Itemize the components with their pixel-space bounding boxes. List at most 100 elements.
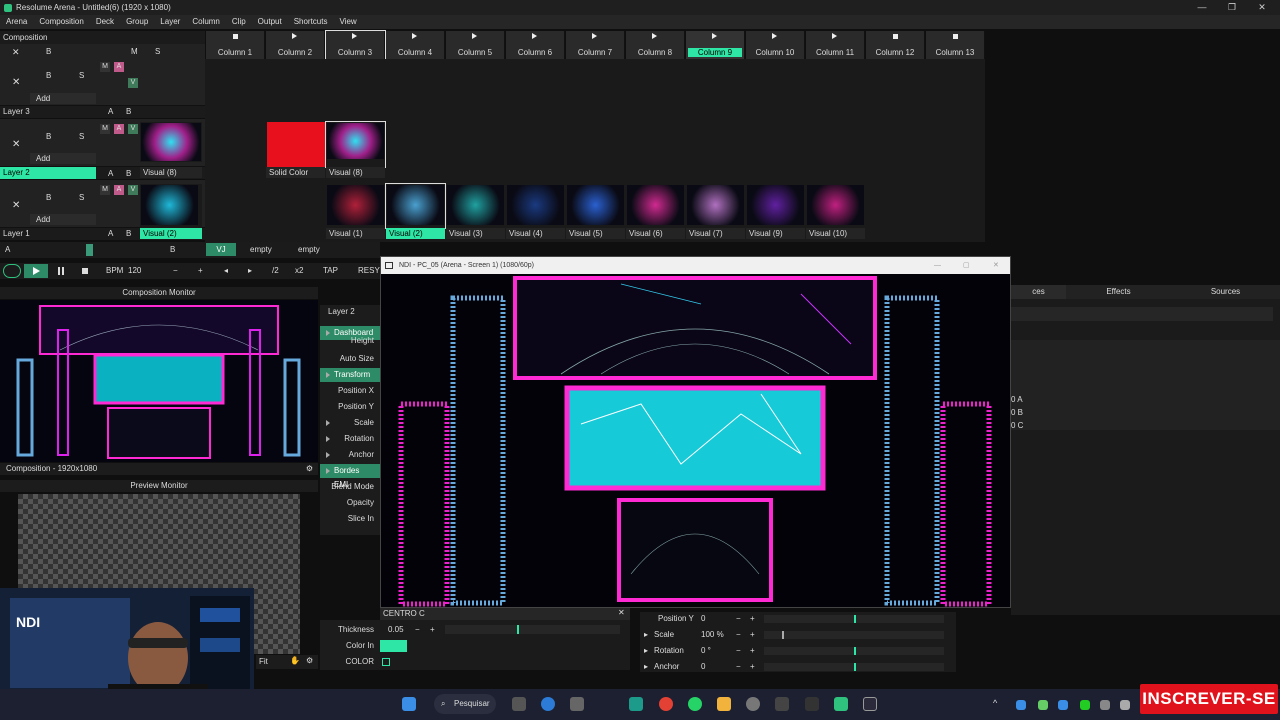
composition-mute-button[interactable]: M <box>131 47 138 56</box>
layer-1-clip-9[interactable] <box>806 184 865 228</box>
layer-3-bypass-button[interactable]: B <box>46 71 51 80</box>
app-icon-2[interactable] <box>775 697 789 711</box>
composition-solo-button[interactable]: S <box>155 47 160 56</box>
chrome-icon[interactable] <box>659 697 673 711</box>
menu-column[interactable]: Column <box>186 15 226 29</box>
transform-slider[interactable] <box>764 647 944 655</box>
play-icon[interactable] <box>652 33 657 39</box>
layer-3-v-button[interactable]: V <box>128 78 138 88</box>
layer-3-add-dropdown[interactable]: Add <box>30 93 96 104</box>
layer-1-clip-2[interactable] <box>385 183 446 229</box>
expand-icon[interactable]: ▸ <box>644 644 648 658</box>
stop-icon[interactable] <box>893 34 898 39</box>
deck-tab-empty-1[interactable]: empty <box>250 245 272 254</box>
layer-2-b-label[interactable]: B <box>126 169 131 178</box>
windows-start-icon[interactable] <box>402 697 416 711</box>
tap-button[interactable]: TAP <box>323 265 338 277</box>
menu-output[interactable]: Output <box>252 15 288 29</box>
layer-1-clip-3[interactable] <box>446 184 505 228</box>
right-search-input[interactable] <box>1011 307 1273 321</box>
layer-1-clip-6[interactable] <box>626 184 685 228</box>
tray-icon-2[interactable] <box>1038 700 1048 710</box>
decrease-button[interactable]: − <box>736 660 741 674</box>
bpm-value[interactable]: 120 <box>128 265 141 277</box>
transform-value[interactable]: 100 % <box>701 628 724 642</box>
column-header-3[interactable]: Column 3 <box>325 30 386 60</box>
play-icon[interactable] <box>832 33 837 39</box>
folder-icon[interactable] <box>717 697 731 711</box>
play-icon[interactable] <box>412 33 417 39</box>
increase-button[interactable]: + <box>750 628 755 642</box>
column-header-8[interactable]: Column 8 <box>626 31 685 59</box>
pause-icon[interactable] <box>58 267 64 275</box>
layer-2-v-button[interactable]: V <box>128 124 138 134</box>
column-header-11[interactable]: Column 11 <box>806 31 865 59</box>
composition-label[interactable]: Composition <box>0 31 205 44</box>
right-item-a[interactable]: 0 A <box>1011 395 1023 404</box>
layer-1-a-button[interactable]: A <box>114 185 124 195</box>
ndi-window-title[interactable]: NDI - PC_05 (Arena - Screen 1) (1080/60p… <box>381 257 1010 274</box>
layer-2-a-button[interactable]: A <box>114 124 124 134</box>
play-icon[interactable] <box>712 33 717 39</box>
column-header-12[interactable]: Column 12 <box>866 31 925 59</box>
menu-deck[interactable]: Deck <box>90 15 120 29</box>
play-icon[interactable] <box>292 33 297 39</box>
layer-3-a-button[interactable]: A <box>114 62 124 72</box>
layer-3-b-label[interactable]: B <box>126 106 131 118</box>
subscribe-button[interactable]: INSCREVER-SE <box>1140 684 1278 714</box>
task-view-icon[interactable] <box>512 697 526 711</box>
layer-1-m-button[interactable]: M <box>100 185 110 195</box>
column-header-2[interactable]: Column 2 <box>266 31 325 59</box>
column-header-7[interactable]: Column 7 <box>566 31 625 59</box>
bpm-increase-button[interactable]: + <box>198 265 203 277</box>
crossfader-b-label[interactable]: B <box>170 245 175 254</box>
layer-2-name[interactable]: Layer 2 <box>0 167 96 179</box>
thickness-value[interactable]: 0.05 <box>388 625 404 634</box>
layer-3-clear-icon[interactable]: ✕ <box>12 77 20 88</box>
tray-icon-4[interactable] <box>1080 700 1090 710</box>
layer-prop-height[interactable]: Height <box>320 337 380 345</box>
thickness-slider[interactable] <box>445 625 620 634</box>
layer-1-add-dropdown[interactable]: Add <box>30 214 96 225</box>
layer-1-bypass-button[interactable]: B <box>46 193 51 202</box>
right-item-c[interactable]: 0 C <box>1011 421 1023 430</box>
whatsapp-icon[interactable] <box>688 697 702 711</box>
ndi-close-button[interactable]: ✕ <box>993 257 999 274</box>
column-header-5[interactable]: Column 5 <box>446 31 505 59</box>
layer-prop-auto-size[interactable]: Auto Size <box>320 352 380 366</box>
layer-3-a-label[interactable]: A <box>108 106 113 118</box>
menu-group[interactable]: Group <box>120 15 154 29</box>
column-header-13[interactable]: Column 13 <box>926 31 985 59</box>
stop-icon[interactable] <box>233 34 238 39</box>
layer-2-a-label[interactable]: A <box>108 169 113 178</box>
color-checkbox[interactable] <box>382 658 390 666</box>
play-icon[interactable] <box>772 33 777 39</box>
layer-1-clip-0[interactable] <box>140 184 202 228</box>
play-icon[interactable] <box>352 33 357 39</box>
play-icon[interactable] <box>472 33 477 39</box>
app-icon-3[interactable] <box>805 697 819 711</box>
menu-clip[interactable]: Clip <box>226 15 252 29</box>
ndi-minimize-button[interactable]: — <box>934 257 941 274</box>
layer-prop-position-y[interactable]: Position Y <box>320 400 380 414</box>
tab-effects[interactable]: Effects <box>1066 285 1171 299</box>
expand-icon[interactable]: ▸ <box>644 660 648 674</box>
transform-slider[interactable] <box>764 631 944 639</box>
layer-2-clip-thumb-2[interactable] <box>325 121 386 168</box>
transform-value[interactable]: 0 ° <box>701 644 711 658</box>
layer-3-solo-button[interactable]: S <box>79 71 84 80</box>
decrease-button[interactable]: − <box>736 612 741 626</box>
layer-prop-opacity[interactable]: Opacity <box>320 496 380 510</box>
maximize-button[interactable]: ❐ <box>1217 0 1247 15</box>
layer-1-clear-icon[interactable]: ✕ <box>12 200 20 211</box>
ndi-maximize-button[interactable]: ▢ <box>963 257 970 274</box>
stop-icon[interactable] <box>953 34 958 39</box>
layer-1-b-label[interactable]: B <box>126 228 131 240</box>
close-button[interactable]: ✕ <box>1247 0 1277 15</box>
play-icon[interactable] <box>532 33 537 39</box>
bpm-half-button[interactable]: /2 <box>272 265 279 277</box>
layer-1-clip-1[interactable] <box>326 184 385 228</box>
column-header-4[interactable]: Column 4 <box>386 31 445 59</box>
composition-bypass-button[interactable]: B <box>46 47 51 56</box>
color-in-swatch[interactable] <box>380 640 407 652</box>
